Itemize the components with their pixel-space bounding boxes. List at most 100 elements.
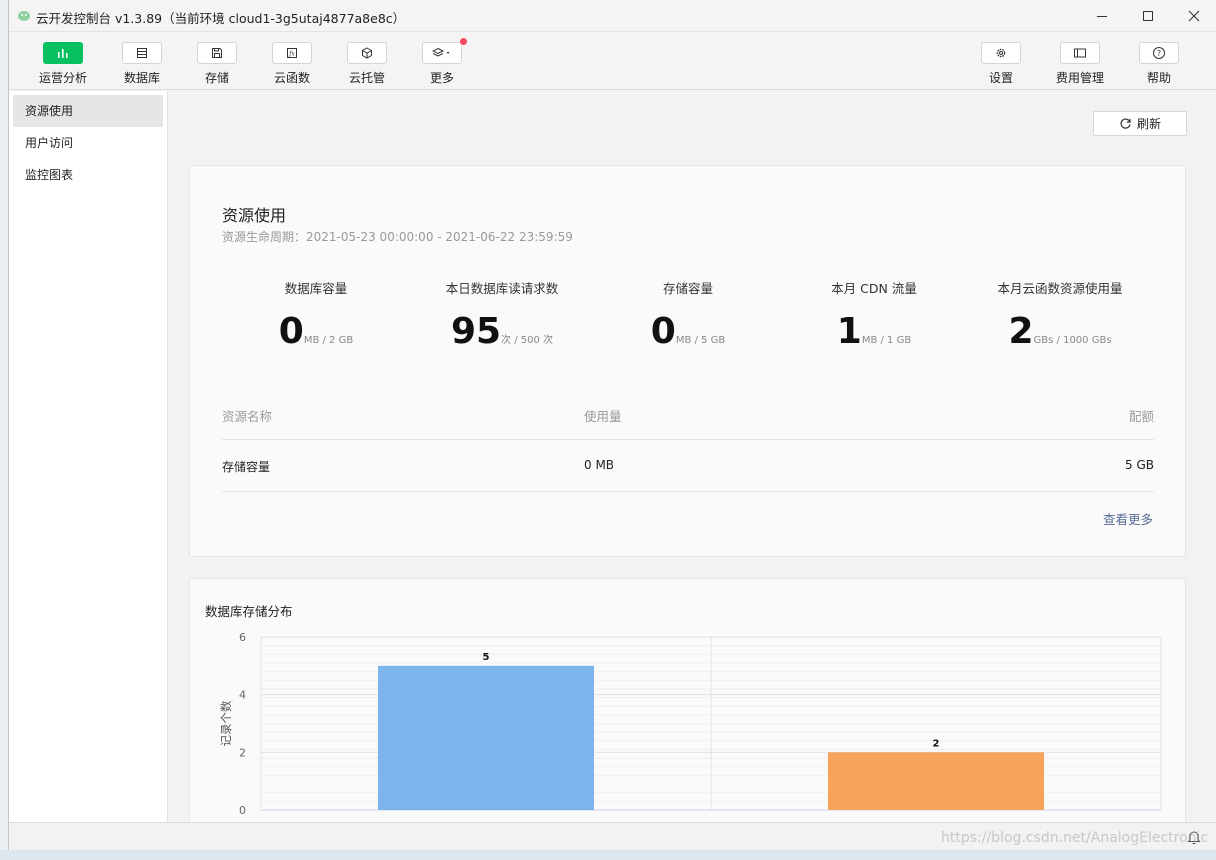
sidebar-item-resource-usage[interactable]: 资源使用 — [13, 95, 163, 127]
metric-value: 95 — [450, 311, 502, 352]
tool-billing[interactable]: 费用管理 — [1040, 42, 1120, 88]
metric-label: 本月 CDN 流量 — [831, 281, 917, 296]
notification-badge — [460, 38, 467, 45]
svg-text:?: ? — [1157, 49, 1161, 58]
bar-chart-icon — [58, 49, 68, 58]
status-bar: https://blog.csdn.net/AnalogElectronic — [9, 822, 1216, 850]
cell-usage: 0 MB — [584, 458, 615, 472]
tool-function-iconbox: fx — [272, 42, 312, 64]
tool-more[interactable]: 更多 — [402, 38, 482, 88]
tool-database-iconbox — [122, 42, 162, 64]
metric-label: 本日数据库读请求数 — [445, 281, 559, 296]
metric-db-capacity: 数据库容量 0MB / 2 GB — [226, 278, 406, 352]
close-button[interactable] — [1171, 0, 1216, 32]
y-tick-label: 4 — [239, 689, 246, 702]
help-icon: ? — [1153, 47, 1165, 59]
tool-label: 存储 — [204, 71, 229, 85]
metric-function-usage: 本月云函数资源使用量 2GBs / 1000 GBs — [970, 278, 1150, 352]
gear-icon — [996, 48, 1006, 58]
sidebar: 资源使用 用户访问 监控图表 — [9, 91, 168, 822]
tool-label: 运营分析 — [38, 71, 87, 85]
metric-value: 1 — [836, 311, 862, 352]
minimize-icon — [1097, 16, 1107, 17]
header-resource-name: 资源名称 — [222, 409, 273, 424]
data-label: 2 — [933, 738, 940, 749]
app-logo-icon — [18, 11, 30, 21]
window-title: 云开发控制台 v1.3.89（当前环境 cloud1-3g5utaj4877a8… — [36, 11, 406, 26]
refresh-button[interactable]: 刷新 — [1093, 111, 1187, 136]
y-tick-label: 6 — [239, 631, 246, 644]
bar — [828, 752, 1044, 810]
metric-unit: MB / 2 GB — [303, 335, 354, 346]
title-bar: 云开发控制台 v1.3.89（当前环境 cloud1-3g5utaj4877a8… — [9, 0, 1216, 32]
main-toolbar: 运营分析 数据库 存储 fx 云函数 云托管 更多 设置 费用管理 ? 帮助 — [9, 32, 1216, 90]
metric-label: 本月云函数资源使用量 — [997, 281, 1123, 296]
wallet-icon — [1074, 48, 1086, 58]
function-icon: fx — [287, 48, 297, 58]
lifecycle-period: 资源生命周期：2021-05-23 00:00:00 - 2021-06-22 … — [222, 230, 573, 244]
tool-billing-iconbox — [1060, 42, 1100, 64]
os-taskbar — [0, 850, 1216, 860]
tool-analytics-iconbox — [43, 42, 83, 64]
metric-value: 2 — [1008, 311, 1034, 352]
layers-icon — [432, 47, 450, 57]
cube-icon — [362, 47, 372, 59]
metric-unit: MB / 1 GB — [861, 335, 912, 346]
metric-value: 0 — [650, 311, 676, 352]
metric-label: 存储容量 — [662, 281, 713, 296]
metric-unit: 次 / 500 次 — [501, 335, 554, 346]
data-label: 5 — [483, 652, 490, 663]
tool-label: 帮助 — [1146, 71, 1171, 85]
bar-chart: 0 2 4 6 5 2 记录个数 — [219, 631, 1162, 817]
db-storage-chart-card: 数据库存储分布 0 2 4 6 5 2 记录个数 — [189, 578, 1186, 822]
tool-storage-iconbox — [197, 42, 237, 64]
card-title: 资源使用 — [222, 206, 287, 225]
tool-storage[interactable]: 存储 — [177, 42, 257, 88]
tool-database[interactable]: 数据库 — [102, 42, 182, 88]
bell-icon[interactable] — [1187, 829, 1201, 845]
y-axis-label: 记录个数 — [219, 700, 233, 746]
maximize-icon — [1143, 11, 1153, 21]
close-icon — [1188, 10, 1200, 22]
tool-help[interactable]: ? 帮助 — [1119, 42, 1199, 88]
tool-cloud-function[interactable]: fx 云函数 — [252, 42, 332, 88]
metric-label: 数据库容量 — [284, 281, 348, 296]
tool-cloud-hosting[interactable]: 云托管 — [327, 42, 407, 88]
tool-more-iconbox — [422, 38, 467, 64]
refresh-icon — [1120, 118, 1131, 129]
app-window: 云开发控制台 v1.3.89（当前环境 cloud1-3g5utaj4877a8… — [8, 0, 1216, 850]
metric-value: 0 — [278, 311, 304, 352]
database-icon — [137, 48, 147, 58]
metric-cdn-traffic: 本月 CDN 流量 1MB / 1 GB — [784, 278, 964, 352]
tool-label: 云托管 — [348, 71, 385, 85]
metric-db-reads: 本日数据库读请求数 95次 / 500 次 — [412, 278, 592, 352]
metric-unit: MB / 5 GB — [675, 335, 726, 346]
sidebar-item-user-access[interactable]: 用户访问 — [13, 127, 163, 159]
storage-icon — [212, 48, 222, 58]
tool-label: 云函数 — [273, 71, 310, 85]
sidebar-item-monitor-charts[interactable]: 监控图表 — [13, 159, 163, 191]
view-more-link[interactable]: 查看更多 — [1103, 509, 1153, 528]
y-tick-label: 2 — [239, 746, 246, 759]
table-header: 资源名称 使用量 配额 — [222, 388, 1154, 440]
cell-resource-name: 存储容量 — [222, 460, 271, 474]
bar — [378, 665, 594, 810]
tool-settings[interactable]: 设置 — [961, 42, 1041, 88]
refresh-label: 刷新 — [1136, 117, 1161, 131]
metric-unit: GBs / 1000 GBs — [1033, 335, 1112, 346]
tool-analytics[interactable]: 运营分析 — [23, 42, 103, 88]
metric-storage-capacity: 存储容量 0MB / 5 GB — [598, 278, 778, 352]
maximize-button[interactable] — [1125, 0, 1171, 32]
minimize-button[interactable] — [1079, 0, 1125, 32]
table-row: 存储容量 0 MB 5 GB — [222, 440, 1154, 492]
header-quota: 配额 — [1128, 409, 1154, 424]
desktop-background — [0, 0, 8, 850]
main-content: 刷新 资源使用 资源生命周期：2021-05-23 00:00:00 - 202… — [169, 91, 1216, 822]
tool-label: 数据库 — [123, 71, 160, 85]
svg-text:fx: fx — [288, 51, 295, 58]
tool-hosting-iconbox — [347, 42, 387, 64]
tool-label: 设置 — [988, 71, 1013, 85]
watermark-text: https://blog.csdn.net/AnalogElectronic — [941, 830, 1209, 846]
y-tick-label: 0 — [239, 804, 246, 817]
resource-table: 资源名称 使用量 配额 存储容量 0 MB 5 GB — [222, 388, 1154, 492]
